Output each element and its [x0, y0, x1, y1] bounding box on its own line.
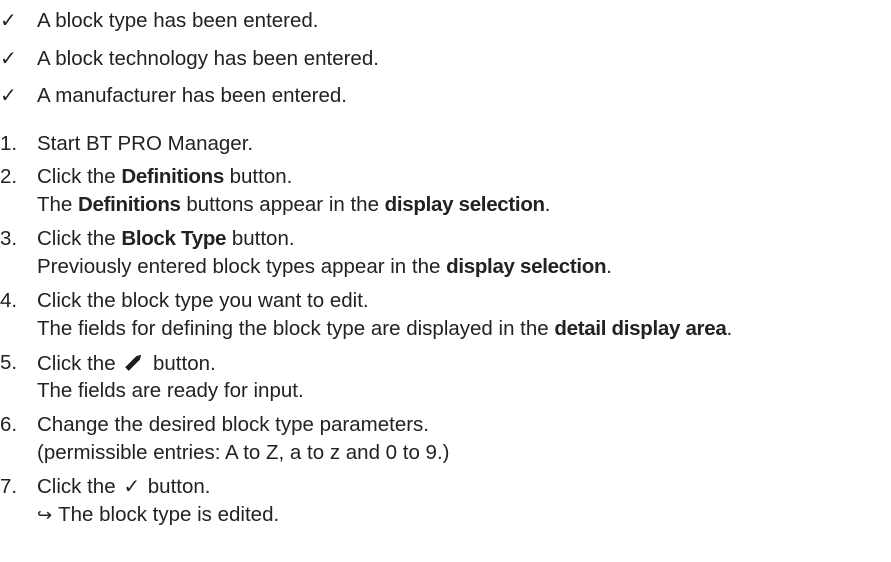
step-number: 5. [0, 351, 18, 374]
checkmark-icon: ✓ [0, 85, 17, 107]
step-number: 6. [0, 413, 18, 436]
step-text: Click the button. [37, 351, 216, 375]
step-text: Change the desired block type parameters… [37, 413, 430, 436]
step-number: 2. [0, 165, 18, 188]
instruction-page: ✓ A block type has been entered. ✓ A blo… [0, 0, 891, 562]
step-text: Start BT PRO Manager. [37, 132, 254, 155]
prerequisite-text: A manufacturer has been entered. [37, 84, 347, 107]
prerequisite-text: A block type has been entered. [37, 9, 319, 32]
step-result-text: Previously entered block types appear in… [37, 255, 612, 278]
checkmark-icon: ✓ [0, 10, 17, 32]
step-result-text: The fields for defining the block type a… [37, 317, 733, 340]
step-text: Click the Definitions button. [37, 165, 293, 188]
step-text: Click the Block Type button. [37, 227, 295, 250]
checkmark-icon: ✓ [123, 476, 141, 498]
step-text: Click the ✓ button. [37, 475, 211, 498]
step-result-text: (permissible entries: A to Z, a to z and… [37, 441, 450, 464]
step-result-text: The Definitions buttons appear in the di… [37, 193, 551, 216]
step-outcome-text: ↪ The block type is edited. [37, 503, 280, 526]
step-number: 4. [0, 289, 18, 312]
step-number: 3. [0, 227, 18, 250]
pencil-icon [123, 351, 145, 373]
step-result-text: The fields are ready for input. [37, 379, 304, 402]
prerequisite-text: A block technology has been entered. [37, 47, 379, 70]
result-arrow-icon: ↪ [37, 505, 53, 525]
step-text: Click the block type you want to edit. [37, 289, 369, 312]
step-number: 1. [0, 132, 18, 155]
step-number: 7. [0, 475, 18, 498]
checkmark-icon: ✓ [0, 48, 17, 70]
